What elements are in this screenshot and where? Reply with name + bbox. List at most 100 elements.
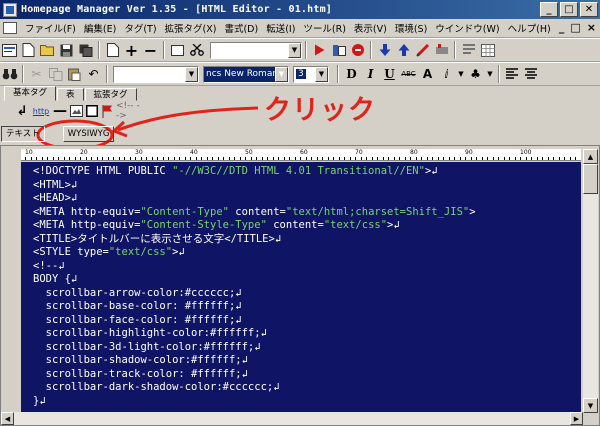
chevron-down-icon[interactable]: ▼ <box>456 65 466 84</box>
menu-tag[interactable]: タグ(T) <box>120 21 160 35</box>
text-mode-button[interactable]: テキスト <box>1 126 45 142</box>
underline-icon[interactable]: U <box>380 65 399 84</box>
font-color-icon[interactable]: ⅈ <box>437 65 456 84</box>
paste-icon[interactable] <box>65 65 84 84</box>
flag-icon[interactable] <box>100 102 116 121</box>
new-page-icon[interactable] <box>103 41 122 60</box>
grid-icon[interactable] <box>478 41 497 60</box>
link-icon[interactable]: http <box>30 102 52 121</box>
size-combo[interactable]: 3 ▼ <box>293 65 329 83</box>
doc-close-button[interactable]: × <box>587 21 596 34</box>
ruler-tick <box>289 157 290 160</box>
ruler-tick <box>366 157 367 160</box>
minimize-button[interactable]: _ <box>540 2 558 17</box>
menu-format[interactable]: 書式(D) <box>220 21 262 35</box>
code-line: scrollbar-face-color: #ffffff;↲ <box>33 314 581 328</box>
tab-table[interactable]: 表 <box>57 88 84 101</box>
style-combo[interactable]: ▼ <box>113 65 199 83</box>
save-all-icon[interactable] <box>76 41 95 60</box>
menu-tools[interactable]: ツール(R) <box>299 21 350 35</box>
scroll-left-icon[interactable]: ◀ <box>1 412 14 425</box>
ruler-tick <box>217 157 219 160</box>
browser-preview-icon[interactable] <box>329 41 348 60</box>
paint-icon[interactable]: ♣ <box>466 65 485 84</box>
chevron-down-icon[interactable]: ▼ <box>185 66 198 82</box>
menu-help[interactable]: ヘルプ(H) <box>504 21 555 35</box>
file-dropdown[interactable]: ▼ <box>210 41 302 59</box>
arrow-down-icon[interactable] <box>375 41 394 60</box>
chevron-down-icon[interactable]: ▼ <box>315 66 328 82</box>
format-icon[interactable] <box>459 41 478 60</box>
play-icon[interactable] <box>310 41 329 60</box>
code-token: content= <box>266 219 324 231</box>
chevron-down-icon[interactable]: ▼ <box>275 66 288 82</box>
horizontal-rule-icon[interactable]: — <box>52 102 68 121</box>
code-token: >↲ <box>424 165 438 177</box>
scroll-track[interactable] <box>14 412 570 425</box>
vertical-scrollbar[interactable]: ▲ ▼ <box>583 149 598 413</box>
ruler-tick <box>311 157 312 160</box>
tab-basic-tags[interactable]: 基本タグ <box>4 86 57 101</box>
align-center-icon[interactable] <box>522 65 541 84</box>
save-icon[interactable] <box>57 41 76 60</box>
menu-window[interactable]: ウインドウ(W) <box>431 21 503 35</box>
ruler-tick <box>47 157 48 160</box>
ruler-tick <box>432 157 433 160</box>
ruler-tick <box>525 157 527 160</box>
folder-up-icon[interactable] <box>168 41 187 60</box>
doc-minimize-button[interactable]: _ <box>559 21 565 34</box>
frame-icon[interactable] <box>84 102 100 121</box>
code-editor[interactable]: <!DOCTYPE HTML PUBLIC "-//W3C//DTD HTML … <box>21 162 581 412</box>
image-icon[interactable] <box>68 102 84 121</box>
font-combo[interactable]: ncs New Roman ▼ <box>203 65 289 83</box>
title-bar[interactable]: Homepage Manager Ver 1.35 - [HTML Editor… <box>0 0 600 19</box>
separator <box>337 65 339 83</box>
comment-icon[interactable]: <!-- --> <box>116 101 140 121</box>
ruler-tick <box>393 157 395 160</box>
html-icon[interactable] <box>0 41 19 60</box>
menu-edit[interactable]: 編集(E) <box>80 21 120 35</box>
document-icon[interactable] <box>3 22 17 34</box>
text-size-icon[interactable]: A <box>418 65 437 84</box>
menu-file[interactable]: ファイル(F) <box>21 21 80 35</box>
add-icon[interactable]: + <box>122 41 141 60</box>
scroll-down-icon[interactable]: ▼ <box>583 398 598 413</box>
new-file-icon[interactable] <box>19 41 38 60</box>
stop-icon[interactable] <box>348 41 367 60</box>
code-token: <META http-equiv= <box>33 219 141 231</box>
undo-icon[interactable]: ↶ <box>84 65 103 84</box>
ruler-tick <box>448 157 450 160</box>
app-icon[interactable] <box>3 2 17 17</box>
code-token: <HEAD>↲ <box>33 192 78 204</box>
binoculars-icon[interactable] <box>0 65 19 84</box>
menu-view[interactable]: 表示(V) <box>350 21 391 35</box>
horizontal-scrollbar[interactable]: ◀ ▶ <box>1 412 583 425</box>
code-line: <HEAD>↲ <box>33 192 581 206</box>
settings-icon[interactable] <box>432 41 451 60</box>
scroll-thumb[interactable] <box>583 164 598 194</box>
chevron-down-icon[interactable]: ▼ <box>485 65 495 84</box>
wysiwyg-mode-button[interactable]: WYSIWYG <box>62 126 115 142</box>
line-break-icon[interactable]: ↲ <box>14 102 30 121</box>
scroll-right-icon[interactable]: ▶ <box>570 412 583 425</box>
edit-tool-icon[interactable] <box>413 41 432 60</box>
arrow-up-icon[interactable] <box>394 41 413 60</box>
doc-restore-button[interactable]: □ <box>570 21 580 34</box>
code-token: scrollbar-highlight-color:#ffffff;↲ <box>33 327 267 339</box>
ruler-tick <box>575 157 576 160</box>
chevron-down-icon[interactable]: ▼ <box>288 42 301 58</box>
italic-icon[interactable]: I <box>361 65 380 84</box>
tab-extended-tags[interactable]: 拡張タグ <box>84 88 137 101</box>
menu-transfer[interactable]: 転送(I) <box>262 21 299 35</box>
scroll-up-icon[interactable]: ▲ <box>583 149 598 164</box>
remove-icon[interactable]: − <box>141 41 160 60</box>
open-folder-icon[interactable] <box>38 41 57 60</box>
align-left-icon[interactable] <box>503 65 522 84</box>
menu-extended-tag[interactable]: 拡張タグ(X) <box>161 21 221 35</box>
menu-environment[interactable]: 環境(S) <box>391 21 431 35</box>
maximize-button[interactable]: □ <box>560 2 578 17</box>
cut-icon[interactable] <box>187 41 206 60</box>
strikethrough-icon[interactable]: ABC <box>399 65 418 84</box>
bold-icon[interactable]: D <box>342 65 361 84</box>
close-button[interactable]: ✕ <box>580 2 598 17</box>
